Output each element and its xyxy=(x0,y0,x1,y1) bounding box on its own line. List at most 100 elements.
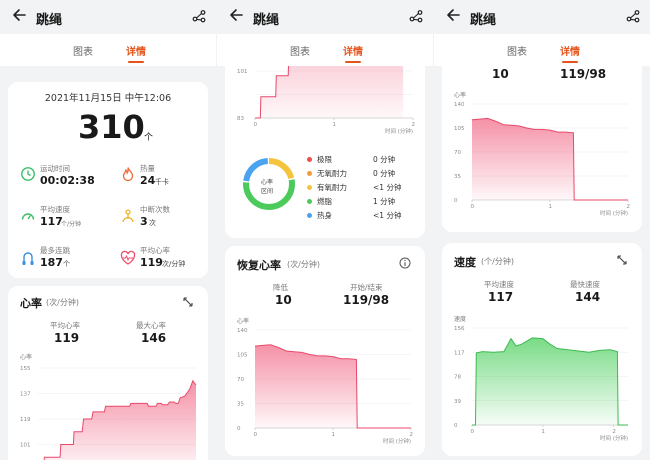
top-bar: 跳绳 xyxy=(434,0,650,34)
interruptions-value: 3 xyxy=(140,215,148,228)
zone-color-dot xyxy=(307,213,312,218)
tab-details[interactable]: 详情 xyxy=(343,43,363,58)
avg-speed-unit: 个/分钟 xyxy=(61,221,82,228)
heart-rate-title: 心率 xyxy=(20,297,42,310)
back-arrow-icon[interactable] xyxy=(446,8,460,22)
tab-details[interactable]: 详情 xyxy=(560,43,580,58)
summary-card: 2021年11月15日 中午12:06 310 个 运动时间 00:02:38 … xyxy=(8,82,208,278)
x-tick-label: 1 xyxy=(333,122,337,128)
recovery-chart: 140 105 70 35 0 0 1 2时间 (分钟) xyxy=(237,328,413,445)
panel-summary: 跳绳 图表 详情 2021年11月15日 中午12:06 310 个 运动时间 … xyxy=(0,0,216,460)
x-tick-label: 1 xyxy=(332,432,336,438)
zone-label: 无氧耐力 xyxy=(317,169,347,178)
active-tab-indicator xyxy=(562,61,578,63)
back-arrow-icon[interactable] xyxy=(229,8,243,22)
speed-chart: 156 117 78 39 0 0 1 2时间 (分钟) xyxy=(454,326,628,442)
page-title: 跳绳 xyxy=(36,13,63,28)
recovery-card-continued: 10 119/98 心率 140 105 70 35 0 0 1 2 时间 (分钟) xyxy=(442,40,642,232)
x-tick-label: 1 xyxy=(549,204,553,210)
y-tick-label: 70 xyxy=(237,377,244,383)
info-icon[interactable] xyxy=(399,257,411,269)
recovery-drop-label: 降低 xyxy=(273,283,288,292)
duration-value: 00:02:38 xyxy=(40,174,95,187)
y-tick-label: 0 xyxy=(454,198,458,204)
avg-hr-unit: 次/分钟 xyxy=(162,260,186,268)
zone-duration: <1 分钟 xyxy=(373,211,402,220)
tab-bar: 图表 详情 xyxy=(0,34,216,66)
x-axis-label: 时间 (分钟) xyxy=(600,434,628,442)
heart-rate-icon xyxy=(120,250,136,265)
x-tick-label: 0 xyxy=(254,122,258,128)
expand-icon[interactable] xyxy=(616,254,628,266)
expand-icon[interactable] xyxy=(182,296,194,308)
y-tick-label: 140 xyxy=(454,102,465,108)
max-hr-stat-label: 最大心率 xyxy=(136,321,166,330)
back-arrow-icon[interactable] xyxy=(12,8,26,22)
series-area xyxy=(472,337,628,425)
y-tick-label: 0 xyxy=(454,423,458,429)
panel-speed: 10 119/98 心率 140 105 70 35 0 0 1 2 时间 (分钟) 跳绳 图表… xyxy=(434,0,650,460)
recovery-unit: (次/分钟) xyxy=(287,260,320,269)
duration-label: 运动时间 xyxy=(40,164,70,173)
max-streak-value: 187 xyxy=(40,256,63,269)
rope-streak-icon xyxy=(22,252,34,265)
page-title: 跳绳 xyxy=(253,13,280,28)
recovery-chart: 140 105 70 35 0 0 1 2时间 (分钟) xyxy=(454,102,630,217)
x-tick-label: 0 xyxy=(471,204,475,210)
interruptions-label: 中断次数 xyxy=(140,205,170,214)
active-tab-indicator xyxy=(128,61,144,63)
donut-label-line1: 心率 xyxy=(261,179,274,186)
calories-value: 24 xyxy=(140,174,156,187)
zone-label: 有氧耐力 xyxy=(317,183,347,192)
x-tick-label: 0 xyxy=(471,429,475,435)
zone-label: 极限 xyxy=(317,155,332,164)
zone-duration: 0 分钟 xyxy=(373,169,396,178)
top-bar: 跳绳 xyxy=(217,0,433,34)
recovery-drop-value: 10 xyxy=(275,293,292,307)
speed-gauge-icon xyxy=(21,213,35,220)
avg-speed-value: 117 xyxy=(40,215,63,228)
y-tick-label: 83 xyxy=(237,116,244,122)
page-title: 跳绳 xyxy=(470,13,497,28)
avg-speed-stat-value: 117 xyxy=(488,290,514,304)
y-tick-label: 105 xyxy=(454,126,465,132)
x-axis-label: 时间 (分钟) xyxy=(600,209,628,217)
tab-chart[interactable]: 图表 xyxy=(507,43,527,58)
active-tab-indicator xyxy=(345,61,361,63)
interruptions-unit: 次 xyxy=(149,219,156,227)
max-speed-stat-label: 最快速度 xyxy=(570,280,600,289)
avg-hr-value: 119 xyxy=(140,256,163,269)
zone-color-dot xyxy=(307,171,312,176)
y-tick-label: 155 xyxy=(20,366,31,372)
flame-icon xyxy=(122,167,134,182)
y-tick-label: 70 xyxy=(454,150,461,156)
panel-zones: 11910183012时间 (分钟) 心率 区间 极限0 分钟无氧耐力0 分钟有… xyxy=(217,0,433,460)
x-tick-label: 2 xyxy=(612,429,616,435)
tab-chart[interactable]: 图表 xyxy=(73,43,93,58)
x-tick-label: 1 xyxy=(541,429,545,435)
y-tick-label: 156 xyxy=(454,326,465,332)
calories-unit: 千卡 xyxy=(155,178,169,186)
y-tick-label: 0 xyxy=(237,426,241,432)
zone-duration: 0 分钟 xyxy=(373,155,396,164)
share-icon[interactable] xyxy=(409,9,423,23)
series-area xyxy=(255,344,411,428)
share-icon[interactable] xyxy=(626,9,640,23)
y-tick-label: 101 xyxy=(237,69,248,75)
workout-datetime: 2021年11月15日 中午12:06 xyxy=(44,93,172,104)
speed-unit: (个/分钟) xyxy=(481,257,514,266)
share-icon[interactable] xyxy=(192,9,206,23)
jump-rope-icon xyxy=(122,209,134,223)
tab-details[interactable]: 详情 xyxy=(126,43,146,58)
y-tick-label: 35 xyxy=(454,174,461,180)
heart-rate-unit: (次/分钟) xyxy=(46,298,79,307)
heart-rate-chart: 15513711910183 xyxy=(20,366,197,460)
tab-chart[interactable]: 图表 xyxy=(290,43,310,58)
recovery-start-end-label: 开始/结束 xyxy=(350,283,383,292)
recovery-start-end-value: 119/98 xyxy=(343,293,390,307)
recovery-card: 恢复心率 (次/分钟) 降低 10 开始/结束 119/98 心率 140 105… xyxy=(225,246,425,456)
calories-label: 热量 xyxy=(140,164,155,173)
avg-hr-label: 平均心率 xyxy=(140,246,170,255)
y-tick-label: 137 xyxy=(20,392,31,398)
donut-label-line2: 区间 xyxy=(261,188,274,195)
